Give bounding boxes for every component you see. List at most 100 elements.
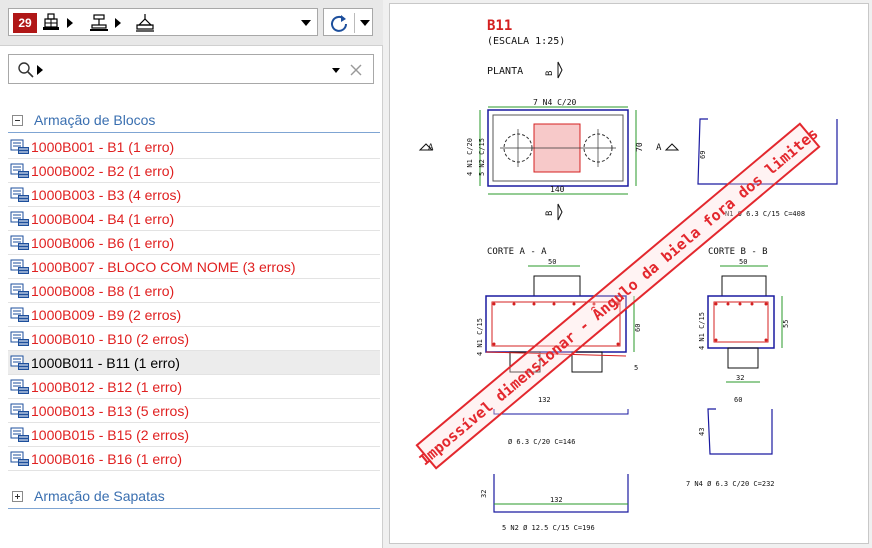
floor-icon[interactable] <box>89 13 109 33</box>
list-item-label: 1000B006 - B6 (1 erro) <box>31 235 175 251</box>
group-header-blocos[interactable]: Armação de Blocos <box>8 110 380 132</box>
search-input[interactable] <box>49 59 319 79</box>
block-drawing-icon <box>10 211 29 226</box>
list-item-label: 1000B011 - B11 (1 erro) <box>31 355 180 371</box>
building-icon[interactable] <box>41 13 61 33</box>
expand-icon[interactable] <box>12 491 23 502</box>
list-item-label: 1000B015 - B15 (2 erros) <box>31 427 189 443</box>
dim-132a: 132 <box>538 396 551 404</box>
corte-a-label: CORTE A - A <box>487 247 547 257</box>
breadcrumb[interactable]: 29 <box>8 8 318 36</box>
list-item[interactable]: 1000B010 - B10 (2 erros) <box>8 327 380 351</box>
pillar-section <box>721 275 767 297</box>
list-item-label: 1000B008 - B8 (1 erro) <box>31 283 175 299</box>
dim-4n1-b: 4 N1 C/15 <box>698 312 706 350</box>
section-arrow <box>557 61 563 79</box>
rebar-shape <box>707 408 773 455</box>
dim-60b: 60 <box>734 396 742 404</box>
list-item-label: 1000B002 - B2 (1 erro) <box>31 163 175 179</box>
group-label: Armação de Blocos <box>34 112 156 128</box>
refresh-icon <box>331 15 347 32</box>
chevron-down-icon[interactable] <box>360 20 370 26</box>
marker-a-left: A <box>428 143 434 153</box>
list-item[interactable]: 1000B011 - B11 (1 erro) <box>8 351 380 375</box>
group-divider <box>8 132 380 133</box>
list-item[interactable]: 1000B002 - B2 (1 erro) <box>8 159 380 183</box>
list-item[interactable]: 1000B007 - BLOCO COM NOME (3 erros) <box>8 255 380 279</box>
dim-32a: 32 <box>736 374 744 382</box>
dim-top-bar: 7 N4 C/20 <box>533 98 577 107</box>
list-item-label: 1000B004 - B4 (1 erro) <box>31 211 175 227</box>
dim-43: 43 <box>698 428 706 436</box>
block-drawing-icon <box>10 283 29 298</box>
refresh-button[interactable] <box>323 8 373 36</box>
rebar-drawing: B11 (ESCALA 1:25) PLANTA B 7 N4 C/20 140… <box>415 18 838 532</box>
list-item[interactable]: 1000B006 - B6 (1 erro) <box>8 231 380 255</box>
tree-panel: 29 Armação de Blocos 1000B001 - B1 (1 er… <box>0 0 383 548</box>
block-drawing-icon <box>10 331 29 346</box>
block-drawing-icon <box>10 355 29 370</box>
dim-32b: 32 <box>480 490 488 498</box>
list-item[interactable]: 1000B009 - B9 (2 erros) <box>8 303 380 327</box>
dim-55: 55 <box>782 320 790 328</box>
group-header-sapatas[interactable]: Armação de Sapatas <box>8 486 380 508</box>
search-box[interactable] <box>8 54 374 84</box>
chevron-right-icon <box>67 18 73 28</box>
marker-b-top: B <box>545 71 555 76</box>
stirrup <box>713 301 769 343</box>
dim-50a: 50 <box>548 258 556 266</box>
close-icon[interactable] <box>349 63 363 77</box>
note-n4: 7 N4 Ø 6.3 C/20 C=232 <box>686 480 775 488</box>
list-item[interactable]: 1000B004 - B4 (1 erro) <box>8 207 380 231</box>
list-item[interactable]: 1000B008 - B8 (1 erro) <box>8 279 380 303</box>
drawing-viewer[interactable]: B11 (ESCALA 1:25) PLANTA B 7 N4 C/20 140… <box>389 3 869 544</box>
list-item-label: 1000B010 - B10 (2 erros) <box>31 331 189 347</box>
list-item[interactable]: 1000B013 - B13 (5 erros) <box>8 399 380 423</box>
group-label: Armação de Sapatas <box>34 488 165 504</box>
rebar-shape <box>493 474 629 513</box>
dim-132b: 132 <box>550 496 563 504</box>
block-drawing-icon <box>10 379 29 394</box>
list-item-label: 1000B016 - B16 (1 erro) <box>31 451 182 467</box>
drawing-scale: (ESCALA 1:25) <box>487 36 565 47</box>
group-divider <box>8 508 380 509</box>
list-item[interactable]: 1000B015 - B15 (2 erros) <box>8 423 380 447</box>
dim-4n1-a: 4 N1 C/15 <box>476 318 484 356</box>
planta-label: PLANTA <box>487 66 523 77</box>
block-drawing-icon <box>10 187 29 202</box>
list-item[interactable]: 1000B012 - B12 (1 erro) <box>8 375 380 399</box>
dim-side-2: 5 N2 C/15 <box>478 138 486 176</box>
list-item[interactable]: 1000B003 - B3 (4 erros) <box>8 183 380 207</box>
corte-b-label: CORTE B - B <box>708 247 768 257</box>
dim-60: 60 <box>634 324 642 332</box>
block-drawing-icon <box>10 139 29 154</box>
block-drawing-icon <box>10 163 29 178</box>
note-n2: 5 N2 Ø 12.5 C/15 C=196 <box>502 524 595 532</box>
list-item[interactable]: 1000B001 - B1 (1 erro) <box>8 135 380 159</box>
note-n3: Ø 6.3 C/20 C=146 <box>508 438 575 446</box>
pillar-section <box>533 275 581 297</box>
block-drawing-icon <box>10 235 29 250</box>
count-badge: 29 <box>13 13 37 33</box>
pile-section <box>727 347 759 369</box>
list-item[interactable]: 1000B016 - B16 (1 erro) <box>8 447 380 471</box>
dim-5: 5 <box>634 364 638 372</box>
divider <box>354 13 355 33</box>
collapse-icon[interactable] <box>12 115 23 126</box>
dim-140: 140 <box>550 185 565 194</box>
chevron-right-icon <box>115 18 121 28</box>
list-item-label: 1000B003 - B3 (4 erros) <box>31 187 182 203</box>
dim-side-1: 4 N1 C/20 <box>466 138 474 176</box>
drawing-title: B11 <box>487 18 512 34</box>
chevron-down-icon[interactable] <box>332 68 340 73</box>
chevron-right-icon[interactable] <box>37 65 43 75</box>
search-icon[interactable] <box>17 61 35 79</box>
toolbar: 29 <box>0 0 383 46</box>
list-item-label: 1000B001 - B1 (1 erro) <box>31 139 175 155</box>
chevron-down-icon[interactable] <box>301 20 311 26</box>
dim-70: 70 <box>635 142 644 152</box>
block-drawing-icon <box>10 259 29 274</box>
block-drawing-icon <box>10 451 29 466</box>
list-item-label: 1000B012 - B12 (1 erro) <box>31 379 182 395</box>
foundation-icon[interactable] <box>135 13 155 33</box>
